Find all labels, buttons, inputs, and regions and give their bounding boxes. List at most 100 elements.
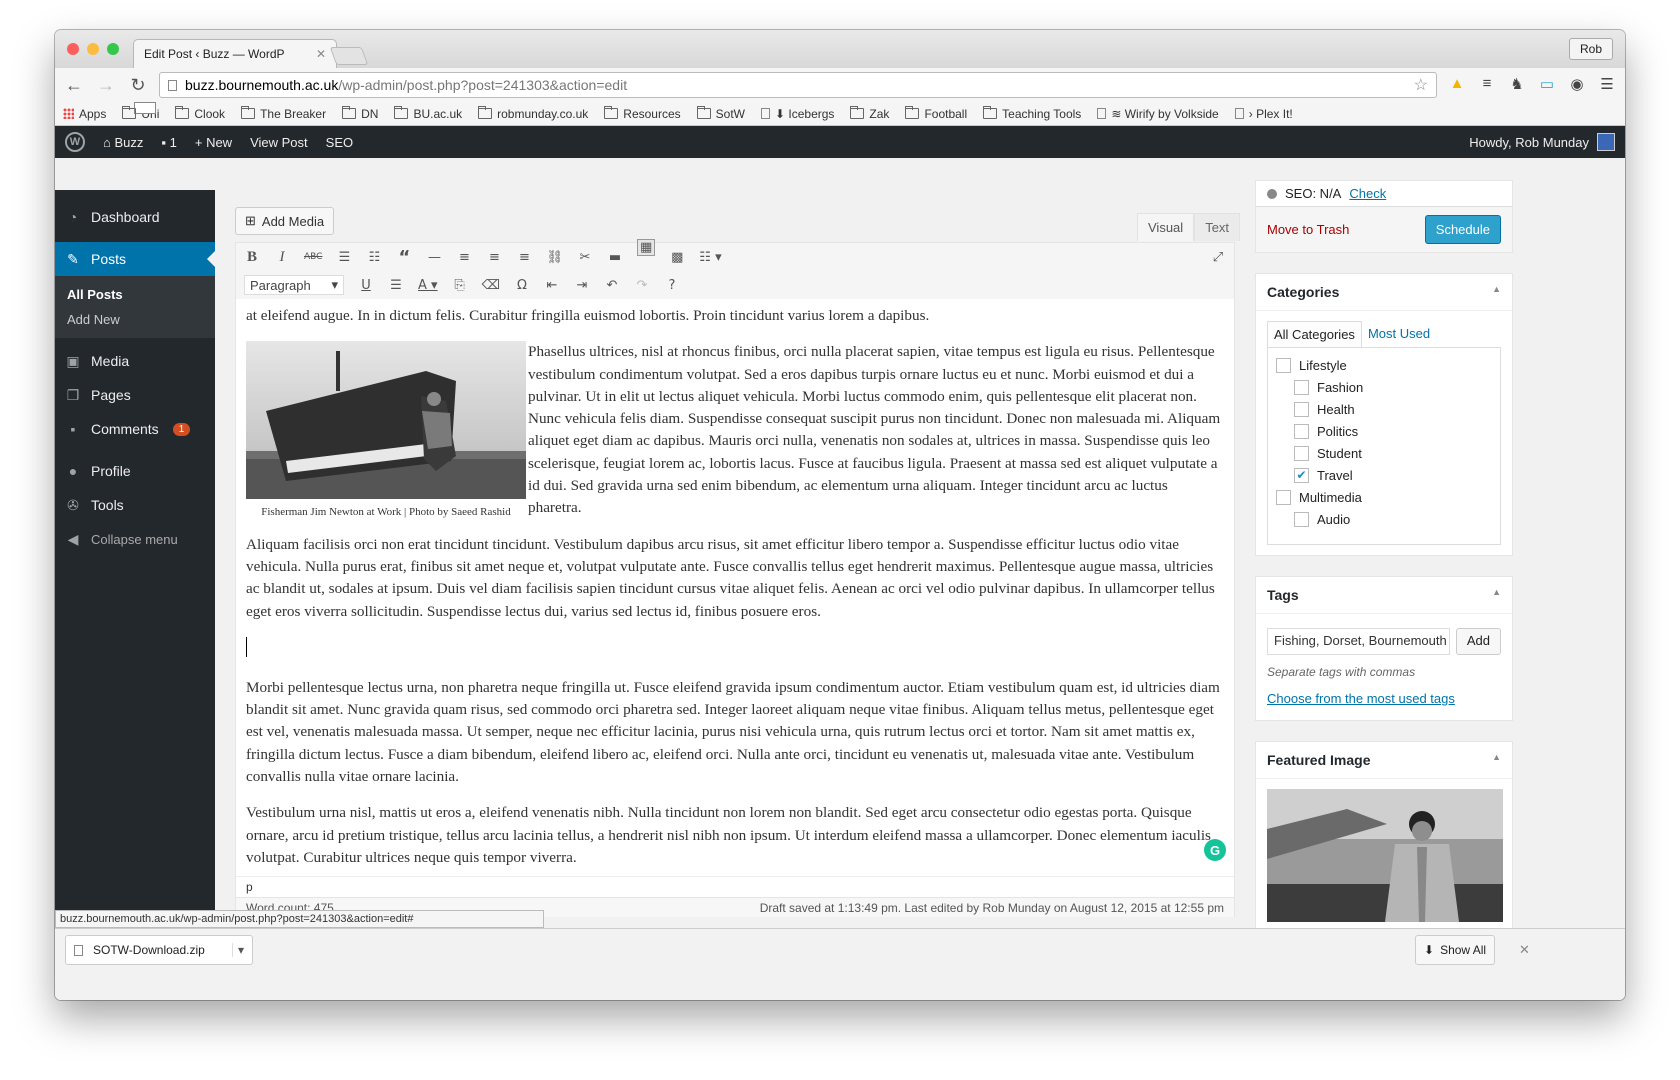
menu-comments[interactable]: ▪ Comments 1	[55, 412, 215, 446]
bookmark-star-icon[interactable]: ☆	[1414, 75, 1428, 95]
category-checkbox[interactable]	[1294, 423, 1309, 439]
move-to-trash-link[interactable]: Move to Trash	[1267, 222, 1349, 237]
site-name-link[interactable]: ⌂ Buzz	[103, 135, 143, 150]
clear-formatting-icon[interactable]: ⌫	[482, 278, 500, 293]
category-item[interactable]: Lifestyle	[1276, 354, 1492, 376]
italic-icon[interactable]: I	[274, 249, 290, 266]
category-item[interactable]: Multimedia	[1276, 486, 1492, 508]
comments-link[interactable]: ▪ 1	[161, 135, 176, 150]
categories-header[interactable]: Categories ▲	[1256, 274, 1512, 311]
editor-content[interactable]: at eleifend augue. In in dictum felis. C…	[236, 305, 1234, 883]
wordpress-logo-icon[interactable]: W	[65, 132, 85, 152]
add-tag-button[interactable]: Add	[1455, 628, 1501, 655]
menu-dashboard[interactable]: ◔ Dashboard	[55, 200, 215, 234]
schedule-button[interactable]: Schedule	[1424, 215, 1501, 244]
bookmark-item[interactable]: BU.ac.uk	[394, 106, 462, 121]
collapse-arrow-icon[interactable]: ▲	[1492, 752, 1501, 768]
category-checkbox[interactable]	[1294, 401, 1309, 417]
category-checkbox[interactable]	[1294, 379, 1309, 395]
address-bar[interactable]: buzz.bournemouth.ac.uk /wp-admin/post.ph…	[159, 72, 1437, 98]
grammarly-icon[interactable]: G	[1204, 839, 1226, 861]
menu-media[interactable]: ▣ Media	[55, 344, 215, 378]
category-checkbox[interactable]	[1294, 511, 1309, 527]
zoom-window-button[interactable]	[107, 43, 119, 55]
bookmark-item[interactable]: Clook	[175, 106, 225, 121]
bookmark-item[interactable]: robmunday.co.uk	[478, 106, 588, 121]
category-item[interactable]: Audio	[1276, 508, 1492, 530]
category-checkbox[interactable]	[1276, 489, 1291, 505]
fullscreen-icon[interactable]: ⤢	[1210, 250, 1226, 265]
close-tab-icon[interactable]: ✕	[316, 47, 326, 61]
view-post-link[interactable]: View Post	[250, 135, 308, 150]
columns-dropdown-icon[interactable]: ☷ ▾	[699, 250, 721, 265]
outdent-icon[interactable]: ⇤	[544, 278, 560, 293]
toolbar-toggle-icon[interactable]: ▦	[636, 238, 656, 256]
featured-image-thumbnail[interactable]	[1267, 789, 1503, 922]
numbered-list-icon[interactable]: ☷	[366, 250, 382, 265]
bookmark-item[interactable]: ⬇ Icebergs	[761, 107, 834, 121]
seo-menu-link[interactable]: SEO	[326, 135, 353, 150]
tab-visual[interactable]: Visual	[1137, 213, 1195, 241]
chrome-menu-icon[interactable]: ☰	[1597, 75, 1617, 95]
bookmark-item[interactable]: The Breaker	[241, 106, 326, 121]
blockquote-icon[interactable]: “	[396, 247, 412, 268]
bookmark-item[interactable]: Resources	[604, 106, 681, 121]
profile-button[interactable]: Rob	[1568, 38, 1613, 60]
reload-icon[interactable]: ↻	[127, 75, 149, 96]
forward-icon[interactable]: →	[95, 75, 117, 96]
screen-capture-icon[interactable]: ▭	[1537, 75, 1557, 95]
align-right-icon[interactable]: ≡	[516, 250, 532, 265]
collapse-menu-button[interactable]: ◀ Collapse menu	[55, 522, 215, 556]
category-item[interactable]: Fashion	[1276, 376, 1492, 398]
justify-icon[interactable]: ☰	[388, 278, 404, 293]
category-item[interactable]: Politics	[1276, 420, 1492, 442]
tags-header[interactable]: Tags ▲	[1256, 577, 1512, 614]
bookmark-item[interactable]: › Plex It!	[1234, 107, 1293, 121]
my-account-link[interactable]: Howdy, Rob Munday	[1469, 133, 1615, 151]
bookmark-item[interactable]: ≋ Wirify by Volkside	[1097, 107, 1219, 121]
buffer-icon[interactable]: ≡	[1477, 75, 1497, 95]
new-tab-button[interactable]	[329, 47, 369, 65]
paste-text-icon[interactable]: ⎘	[452, 278, 468, 293]
collapse-arrow-icon[interactable]: ▲	[1492, 284, 1501, 300]
seo-check-link[interactable]: Check	[1349, 186, 1386, 201]
read-more-icon[interactable]: ▬	[607, 250, 623, 265]
align-center-icon[interactable]: ≡	[486, 250, 502, 265]
bookmark-item[interactable]: Zak	[850, 106, 889, 121]
featured-image-header[interactable]: Featured Image ▲	[1256, 742, 1512, 779]
choose-tags-link[interactable]: Choose from the most used tags	[1267, 691, 1455, 706]
special-character-icon[interactable]: Ω	[514, 278, 530, 293]
bookmark-item[interactable]: DN	[342, 106, 378, 121]
close-downloads-icon[interactable]: ✕	[1519, 942, 1530, 958]
help-icon[interactable]: ?	[664, 278, 680, 293]
category-item[interactable]: Health	[1276, 398, 1492, 420]
underline-icon[interactable]: U	[358, 278, 374, 293]
ghostery-icon[interactable]: ♞	[1507, 75, 1527, 95]
bookmark-item[interactable]: Teaching Tools	[983, 106, 1081, 121]
browser-tab[interactable]: Edit Post ‹ Buzz — WordP ✕	[133, 39, 337, 114]
format-select[interactable]: Paragraph ▾	[244, 275, 344, 295]
google-drive-icon[interactable]: ▲	[1447, 75, 1467, 95]
align-left-icon[interactable]: ≡	[456, 250, 472, 265]
menu-posts[interactable]: ✎ Posts	[55, 242, 215, 276]
tags-input[interactable]: Fishing, Dorset, Bournemouth	[1267, 628, 1450, 655]
close-window-button[interactable]	[67, 43, 79, 55]
category-checkbox[interactable]	[1276, 357, 1291, 373]
category-checkbox[interactable]: ✔	[1294, 467, 1309, 483]
tab-text[interactable]: Text	[1194, 213, 1241, 241]
bookmark-item[interactable]: Football	[905, 106, 967, 121]
remove-link-icon[interactable]: ✂	[577, 250, 593, 265]
category-item[interactable]: Student	[1276, 442, 1492, 464]
strikethrough-icon[interactable]: ABC	[304, 252, 322, 262]
horizontal-line-icon[interactable]: —	[426, 250, 442, 265]
text-color-icon[interactable]: A ▾	[418, 278, 438, 293]
menu-tools[interactable]: ✇ Tools	[55, 488, 215, 522]
undo-icon[interactable]: ↶	[604, 278, 620, 293]
new-content-link[interactable]: + New	[195, 135, 232, 150]
category-item[interactable]: ✔ Travel	[1276, 464, 1492, 486]
bookmark-item[interactable]: SotW	[696, 106, 745, 121]
insert-link-icon[interactable]: ⛓	[546, 250, 563, 265]
redo-icon[interactable]: ↷	[634, 278, 650, 293]
show-all-downloads-button[interactable]: ⬇ Show All	[1415, 935, 1496, 965]
indent-icon[interactable]: ⇥	[574, 278, 590, 293]
